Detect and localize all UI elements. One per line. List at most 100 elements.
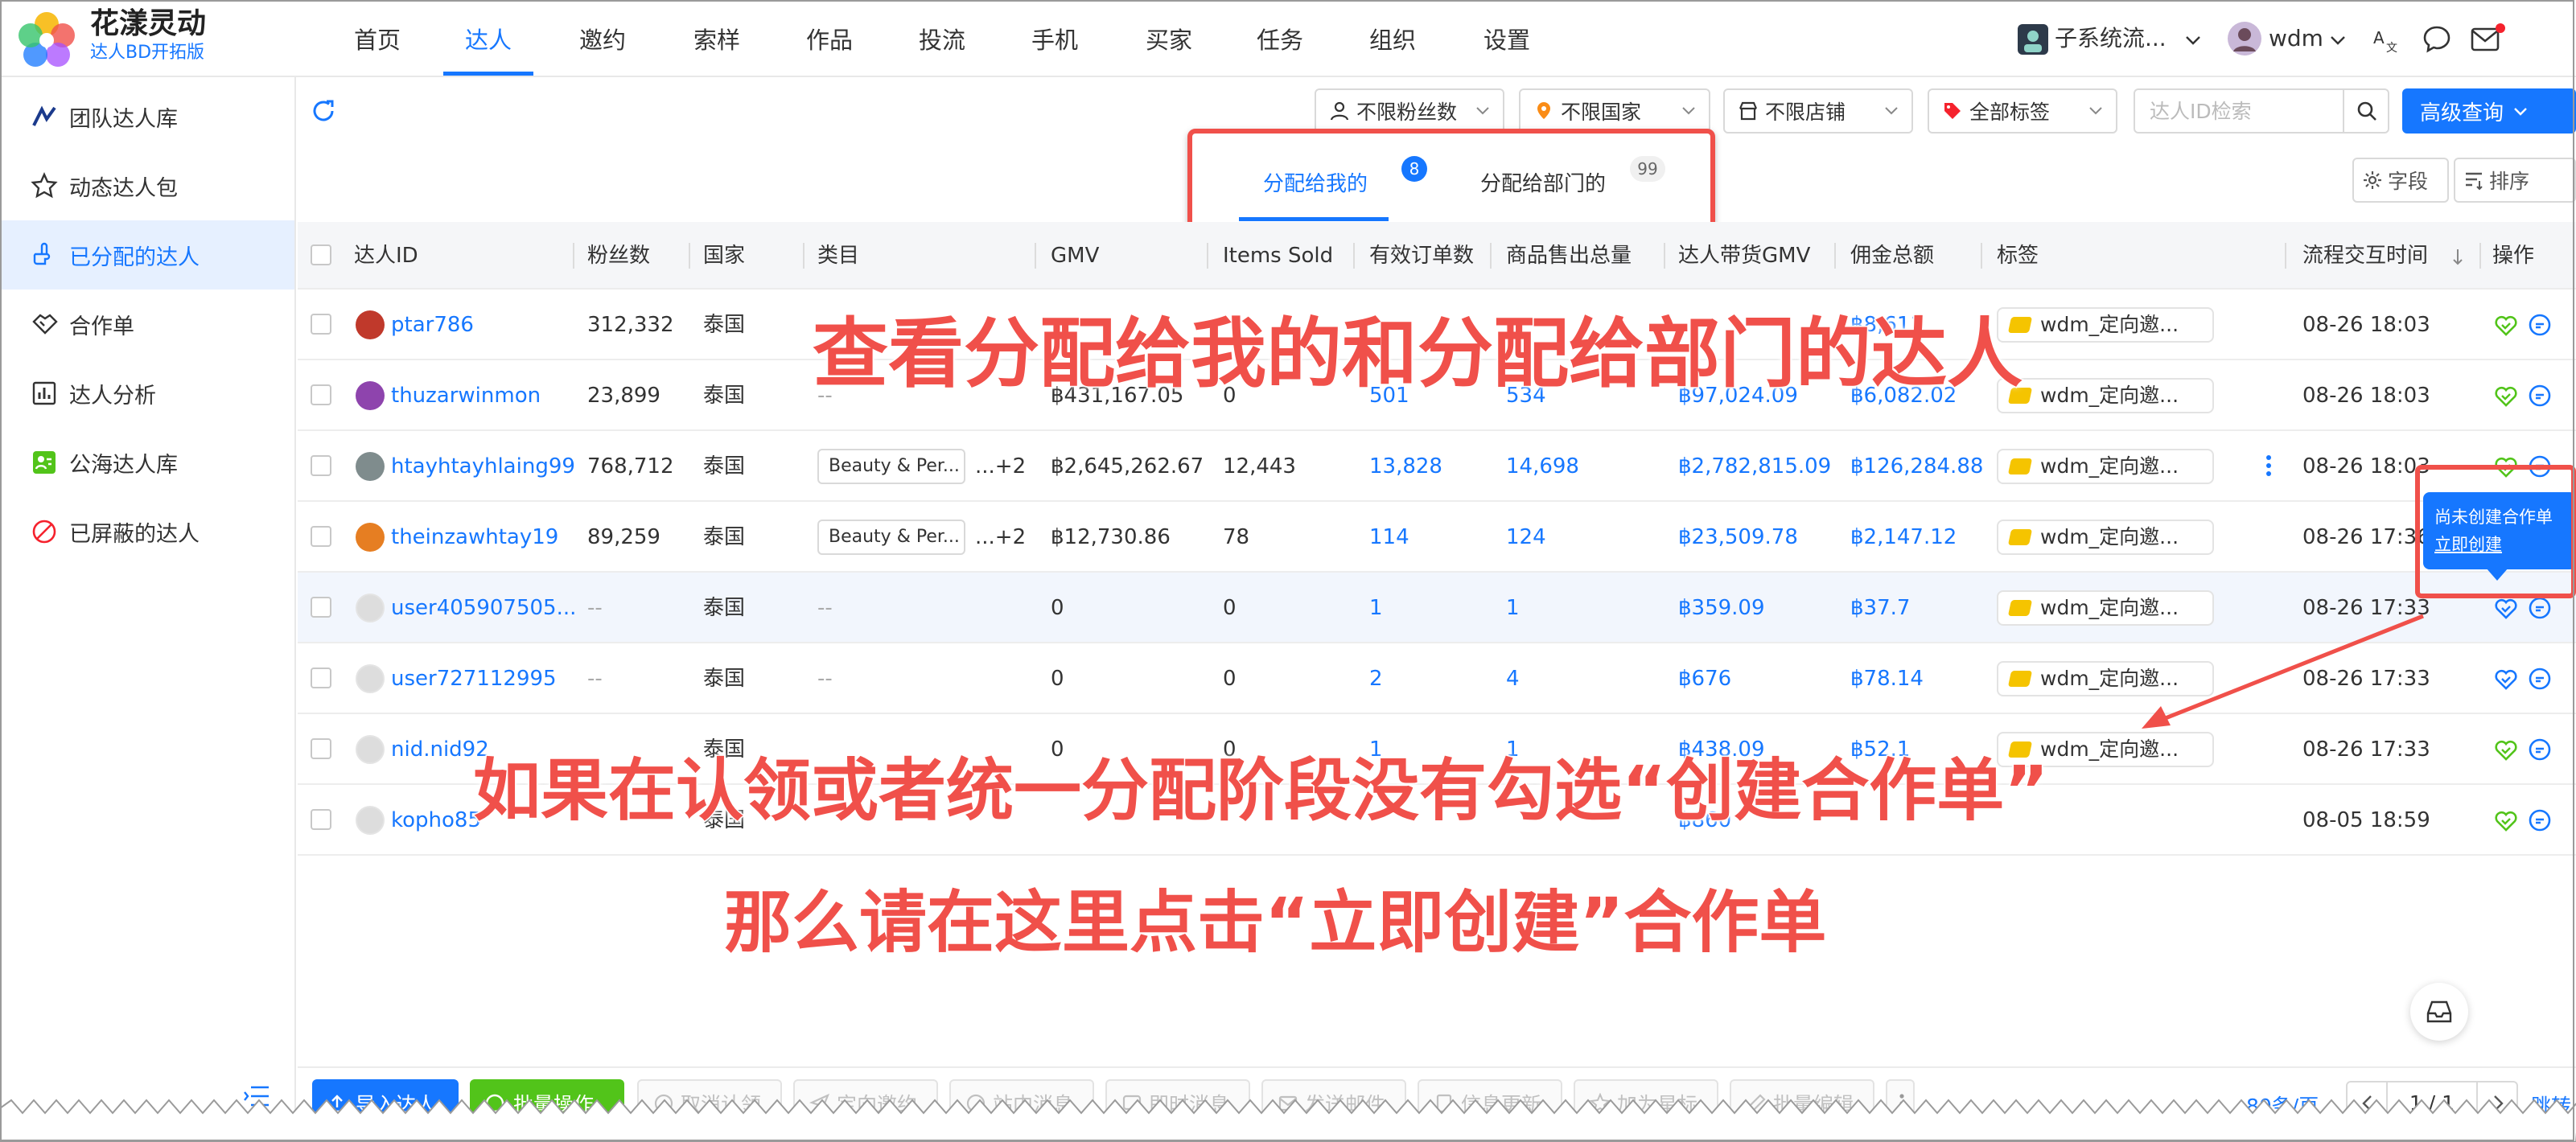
table-row[interactable]: htayhtayhlaing99 768,712 泰国 Beauty & Per...… <box>298 431 2576 502</box>
nav-settings[interactable]: 设置 <box>1483 24 1530 56</box>
nav-org[interactable]: 组织 <box>1369 24 1416 56</box>
goto-page-link[interactable]: 跳转 <box>2531 1091 2571 1119</box>
add-star-button[interactable]: 加为星标 <box>1574 1079 1718 1128</box>
nav-tasks[interactable]: 任务 <box>1257 24 1303 56</box>
chat-circle-icon[interactable] <box>2528 596 2552 620</box>
info-update-button[interactable]: 信息更新 <box>1418 1079 1562 1128</box>
column-header[interactable]: Items Sold <box>1223 222 1333 290</box>
column-header[interactable]: 有效订单数 <box>1369 222 1474 290</box>
next-page-button[interactable] <box>2476 1081 2518 1126</box>
tag-pill[interactable]: wdm_定向邀... <box>1997 520 2214 555</box>
valid-orders-link[interactable]: 114 <box>1369 502 1409 573</box>
select-all-checkbox[interactable] <box>311 244 331 265</box>
refresh-icon[interactable] <box>309 97 338 125</box>
tags-filter-select[interactable]: 全部标签 <box>1928 88 2117 134</box>
creator-gmv-link[interactable]: ฿359.09 <box>1678 573 1765 643</box>
user-name[interactable]: wdm <box>2269 21 2323 56</box>
nav-creators[interactable]: 达人 <box>465 24 512 56</box>
chat-circle-icon[interactable] <box>2528 737 2552 762</box>
tag-pill[interactable]: wdm_定向邀... <box>1997 449 2214 484</box>
column-header[interactable]: 国家 <box>703 222 745 290</box>
sidebar-item-blocked[interactable]: 已屏蔽的达人 <box>0 497 294 566</box>
valid-orders-link[interactable]: 13,828 <box>1369 431 1442 502</box>
advanced-search-button[interactable]: 高级查询 <box>2402 88 2576 134</box>
sort-button[interactable]: 排序 <box>2454 158 2576 203</box>
total-sold-link[interactable]: 1 <box>1506 573 1520 643</box>
batch-edit-button[interactable]: 批量编辑 <box>1730 1079 1874 1128</box>
sidebar-item-analysis[interactable]: 达人分析 <box>0 359 294 428</box>
table-row[interactable]: theinzawhtay19 89,259 泰国 Beauty & Per......… <box>298 502 2576 573</box>
row-checkbox[interactable] <box>311 526 331 547</box>
tag-pill[interactable]: wdm_定向邀... <box>1997 378 2214 413</box>
cooperation-heart-icon[interactable] <box>2494 384 2518 408</box>
cooperation-heart-icon[interactable] <box>2494 808 2518 832</box>
nav-home[interactable]: 首页 <box>354 24 401 56</box>
nav-works[interactable]: 作品 <box>806 24 853 56</box>
column-header[interactable]: 佣金总额 <box>1850 222 1934 290</box>
valid-orders-link[interactable]: 1 <box>1369 573 1383 643</box>
search-button[interactable] <box>2343 88 2389 134</box>
commission-link[interactable]: ฿37.7 <box>1850 573 1910 643</box>
cooperation-heart-icon[interactable] <box>2494 667 2518 691</box>
nav-samples[interactable]: 索样 <box>693 24 740 56</box>
creator-id-link[interactable]: ptar786 <box>391 290 576 360</box>
instant-message-button[interactable]: 即时消息 <box>1105 1079 1250 1128</box>
more-vertical-icon[interactable] <box>2264 454 2274 478</box>
cooperation-heart-icon[interactable] <box>2494 737 2518 762</box>
chat-circle-icon[interactable] <box>2528 384 2552 408</box>
mail-icon[interactable] <box>2470 23 2505 55</box>
nav-buyers[interactable]: 买家 <box>1146 24 1192 56</box>
batch-operation-button[interactable]: 批量操作 <box>470 1079 624 1128</box>
sidebar-item-dynamic-pack[interactable]: 动态达人包 <box>0 151 294 220</box>
column-header[interactable]: 粉丝数 <box>587 222 650 290</box>
sidebar-item-cooperation[interactable]: 合作单 <box>0 290 294 359</box>
row-checkbox[interactable] <box>311 809 331 830</box>
column-header[interactable]: 达人ID <box>354 222 418 290</box>
row-checkbox[interactable] <box>311 314 331 335</box>
category-more[interactable]: ...+2 <box>975 502 1026 573</box>
chevron-down-icon[interactable] <box>2328 31 2348 50</box>
import-creators-button[interactable]: 导入达人 <box>312 1079 459 1128</box>
row-checkbox[interactable] <box>311 597 331 618</box>
directed-invite-button[interactable]: 定向邀约 <box>793 1079 938 1128</box>
commission-link[interactable]: ฿126,284.88 <box>1850 431 1983 502</box>
user-avatar[interactable] <box>2227 21 2262 56</box>
creator-gmv-link[interactable]: ฿23,509.78 <box>1678 502 1798 573</box>
send-email-button[interactable]: 发送邮件 <box>1261 1079 1406 1128</box>
valid-orders-link[interactable]: 2 <box>1369 643 1383 714</box>
category-more[interactable]: ...+2 <box>975 431 1026 502</box>
total-sold-link[interactable]: 124 <box>1506 502 1546 573</box>
row-checkbox[interactable] <box>311 668 331 688</box>
store-filter-select[interactable]: 不限店铺 <box>1723 88 1913 134</box>
creator-id-link[interactable]: theinzawhtay19 <box>391 502 576 573</box>
creator-gmv-link[interactable]: ฿676 <box>1678 643 1731 714</box>
translate-icon[interactable]: A文 <box>2372 26 2399 53</box>
cooperation-heart-icon[interactable] <box>2494 313 2518 337</box>
prev-page-button[interactable] <box>2346 1081 2388 1126</box>
creator-id-link[interactable]: htayhtayhlaing99 <box>391 431 576 502</box>
sort-arrow-icon[interactable] <box>2450 248 2465 265</box>
site-message-button[interactable]: 站内消息 <box>949 1079 1094 1128</box>
chat-circle-icon[interactable] <box>2528 313 2552 337</box>
subsystem-switcher[interactable]: 子系统流... <box>2055 21 2167 56</box>
total-sold-link[interactable]: 4 <box>1506 643 1520 714</box>
nav-phones[interactable]: 手机 <box>1031 24 1078 56</box>
commission-link[interactable]: ฿78.14 <box>1850 643 1924 714</box>
creator-id-link[interactable]: user405907505... <box>391 573 576 643</box>
nav-invite[interactable]: 邀约 <box>579 24 626 56</box>
chat-circle-icon[interactable] <box>2528 808 2552 832</box>
column-header[interactable]: 标签 <box>1997 222 2039 290</box>
column-header[interactable]: GMV <box>1051 222 1099 290</box>
creator-id-search-input[interactable] <box>2134 88 2344 134</box>
cooperation-heart-icon[interactable] <box>2494 596 2518 620</box>
sidebar-item-assigned[interactable]: 已分配的达人 <box>0 220 294 290</box>
more-actions-button[interactable] <box>1886 1079 1915 1128</box>
page-size-select[interactable]: 80条/页 <box>2246 1091 2319 1119</box>
nav-ads[interactable]: 投流 <box>919 24 965 56</box>
row-checkbox[interactable] <box>311 384 331 405</box>
column-header[interactable]: 达人带货GMV <box>1678 222 1810 290</box>
creator-id-link[interactable]: thuzarwinmon <box>391 360 576 431</box>
creator-gmv-link[interactable]: ฿2,782,815.09 <box>1678 431 1831 502</box>
country-filter-select[interactable]: 不限国家 <box>1519 88 1710 134</box>
column-header[interactable]: 类目 <box>817 222 859 290</box>
